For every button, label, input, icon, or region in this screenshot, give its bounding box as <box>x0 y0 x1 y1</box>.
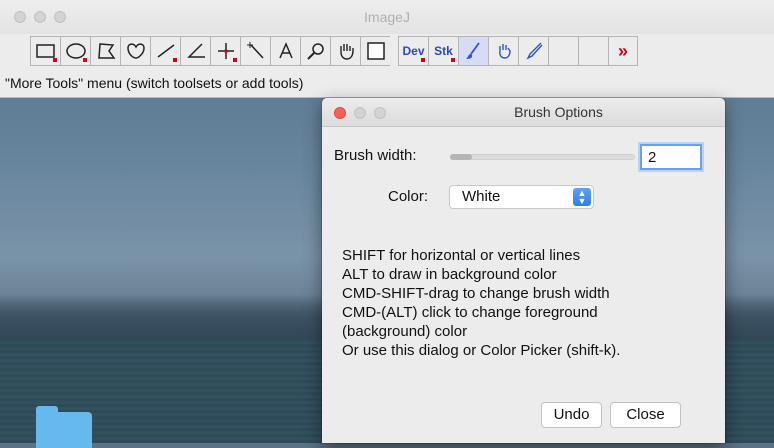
angle-tool[interactable] <box>180 36 210 66</box>
color-select[interactable]: White ▲ ▼ <box>449 185 594 209</box>
angle-icon <box>186 43 205 58</box>
brush-tool[interactable] <box>458 36 488 66</box>
brush-width-slider[interactable] <box>450 154 635 160</box>
submenu-indicator-icon <box>83 58 87 62</box>
brush-options-dialog: Brush Options Brush width: Color: White … <box>322 98 725 443</box>
pencil-tool[interactable] <box>518 36 548 66</box>
dialog-title: Brush Options <box>514 104 603 120</box>
wand-icon <box>246 42 264 59</box>
text-tool[interactable] <box>270 36 300 66</box>
oval-tool[interactable] <box>60 36 90 66</box>
color-label: Color: <box>388 188 429 205</box>
submenu-indicator-icon <box>451 58 455 62</box>
color-swatch-icon <box>366 42 385 60</box>
dialog-titlebar: Brush Options <box>322 98 725 127</box>
help-text: SHIFT for horizontal or vertical lines AL… <box>342 246 620 360</box>
dev-label: Dev <box>402 44 425 58</box>
more-tools-button[interactable]: » <box>608 36 638 66</box>
fill-hand-icon <box>498 44 511 59</box>
stk-toolset-button[interactable]: Stk <box>428 36 458 66</box>
tool-bar: Dev Stk » <box>30 36 638 66</box>
submenu-indicator-icon <box>173 58 177 62</box>
dev-toolset-button[interactable]: Dev <box>398 36 428 66</box>
more-tools-icon: » <box>617 40 628 61</box>
scrolling-tool[interactable] <box>330 36 360 66</box>
text-icon <box>278 42 293 59</box>
straight-line-tool[interactable] <box>150 36 180 66</box>
help-line: Or use this dialog or Color Picker (shif… <box>342 342 621 359</box>
color-picker-tool[interactable] <box>360 36 390 66</box>
freehand-icon <box>126 43 145 59</box>
zoom-tool[interactable] <box>300 36 330 66</box>
hand-icon <box>339 44 354 60</box>
empty-tool-slot[interactable] <box>578 36 608 66</box>
empty-tool-slot[interactable] <box>548 36 578 66</box>
close-button[interactable]: Close <box>610 402 681 428</box>
toolbar-separator <box>390 36 398 66</box>
submenu-indicator-icon <box>421 58 425 62</box>
help-line: CMD-(ALT) click to change foreground <box>342 304 598 321</box>
point-tool[interactable] <box>210 36 240 66</box>
help-line: (background) color <box>342 323 468 340</box>
imagej-window: ImageJ Dev Stk » "More Tools" menu (swit… <box>0 0 774 98</box>
help-line: ALT to draw in background color <box>342 266 557 283</box>
pencil-icon <box>525 42 543 60</box>
polygon-icon <box>97 43 115 59</box>
help-line: CMD-SHIFT-drag to change brush width <box>342 285 610 302</box>
brush-width-label: Brush width: <box>334 147 417 164</box>
slider-fill <box>450 154 472 160</box>
rectangle-tool[interactable] <box>30 36 60 66</box>
submenu-indicator-icon <box>53 58 57 62</box>
status-bar-text: "More Tools" menu (switch toolsets or ad… <box>5 75 304 91</box>
window-title: ImageJ <box>364 9 410 25</box>
help-line: SHIFT for horizontal or vertical lines <box>342 247 581 264</box>
wand-tool[interactable] <box>240 36 270 66</box>
flood-fill-tool[interactable] <box>488 36 518 66</box>
undo-button[interactable]: Undo <box>541 402 602 428</box>
polygon-tool[interactable] <box>90 36 120 66</box>
imagej-titlebar: ImageJ <box>0 0 774 34</box>
stk-label: Stk <box>434 44 453 58</box>
select-arrows-icon: ▲ ▼ <box>573 188 591 206</box>
magnifier-icon <box>306 43 324 60</box>
brush-width-field[interactable] <box>640 144 702 170</box>
brush-icon <box>465 42 480 59</box>
color-select-value: White <box>462 188 501 205</box>
freehand-tool[interactable] <box>120 36 150 66</box>
submenu-indicator-icon <box>233 58 237 62</box>
